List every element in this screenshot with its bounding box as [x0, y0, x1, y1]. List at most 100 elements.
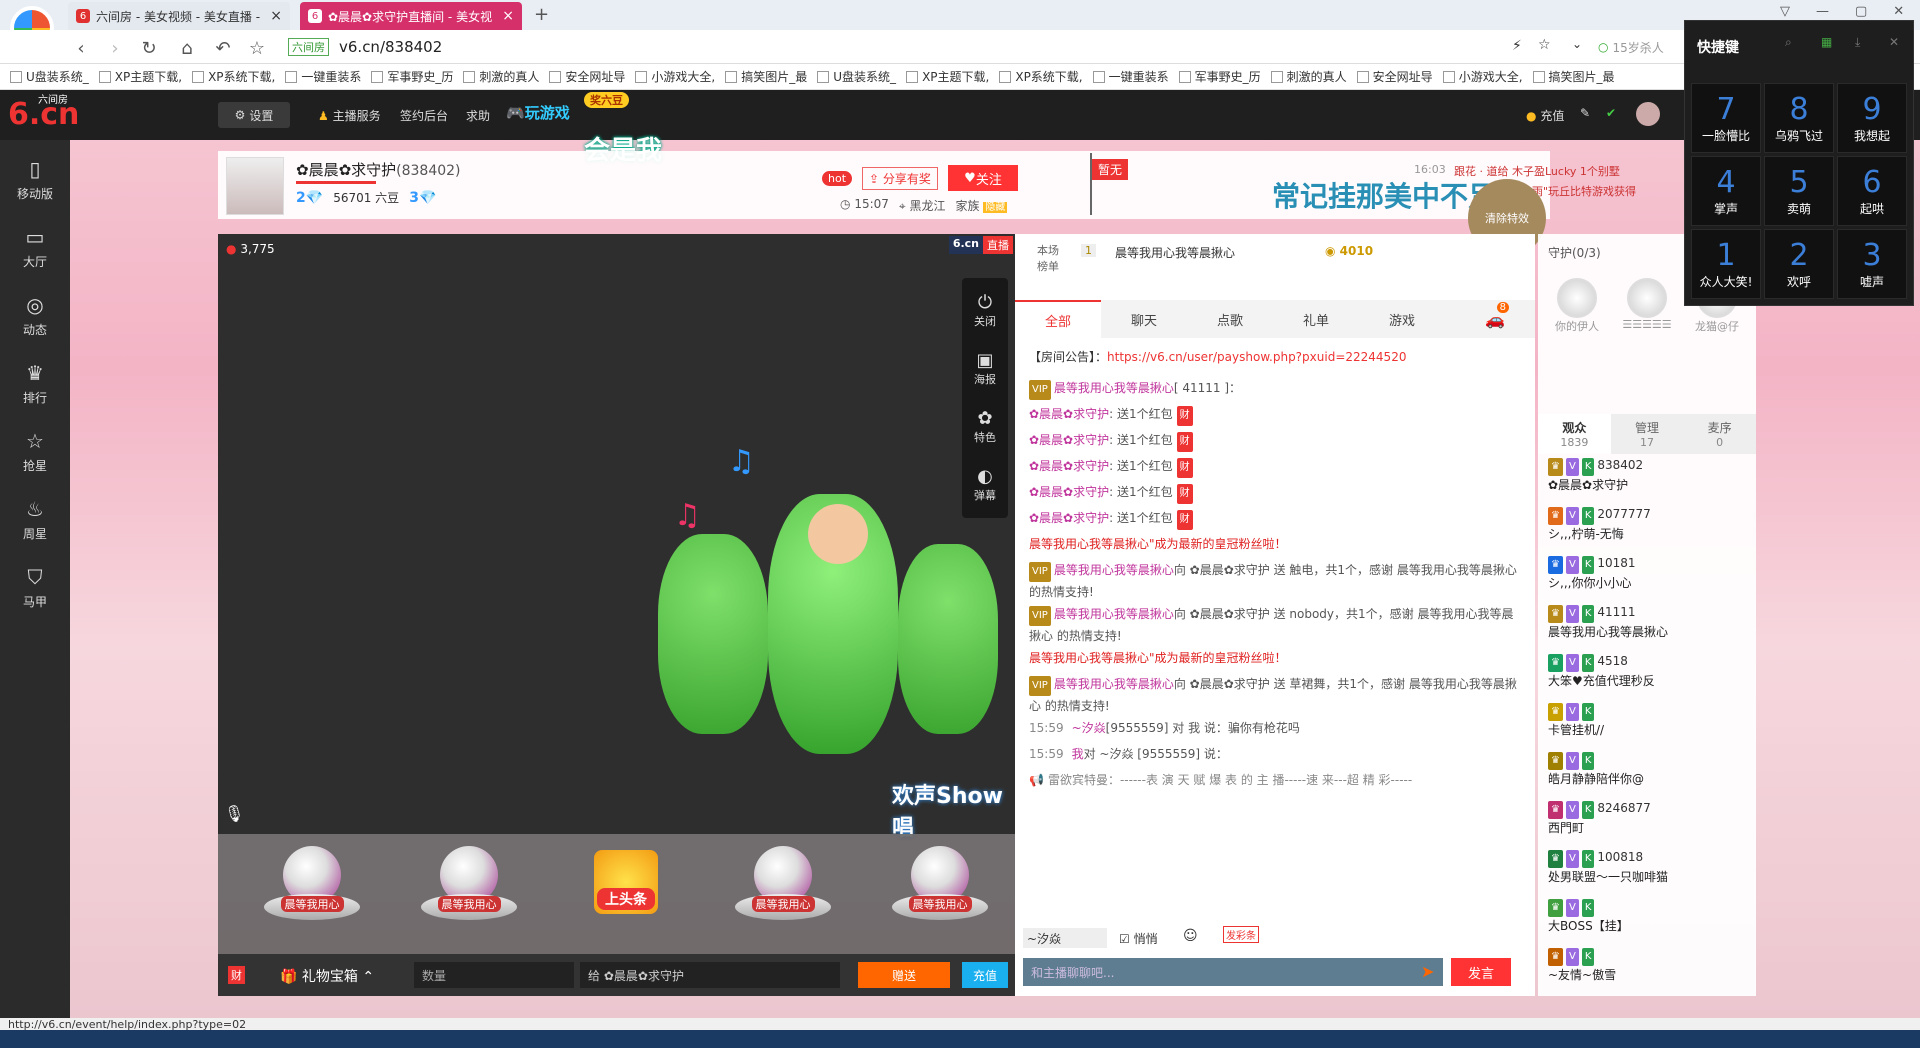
audience-item[interactable]: ♛ V K 皓月静静陪伴你@ [1548, 750, 1748, 788]
bookmark-item[interactable]: XP系统下载, [999, 68, 1083, 85]
shortcut-key[interactable]: 3 嘘声 [1837, 229, 1907, 299]
audience-item[interactable]: ♛ V K 100818 处男联盟～一只咖啡猫 [1548, 848, 1748, 886]
gift-item[interactable]: 晨等我用心 [419, 846, 519, 936]
bookmark-item[interactable]: 搞笑图片_最 [725, 68, 807, 85]
left-nav-item[interactable]: ♨ 周星 [0, 486, 70, 552]
tab-room[interactable]: 6 ✿晨晨✿求守护直播间 - 美女视 × [300, 2, 522, 30]
close-icon[interactable]: × [270, 8, 282, 24]
chat-tab[interactable]: 礼单 [1273, 300, 1359, 338]
star-icon[interactable]: ☆ [1538, 37, 1551, 53]
bookmark-item[interactable]: XP系统下载, [192, 68, 275, 85]
forward-icon[interactable]: › [104, 37, 126, 59]
search-input[interactable]: ○ 15岁杀人 [1598, 35, 1684, 59]
minimize-icon[interactable]: — [1816, 4, 1829, 19]
bookmark-item[interactable]: 搞笑图片_最 [1532, 68, 1615, 85]
bookmark-item[interactable]: 安全网址导 [1356, 68, 1433, 85]
recipient-select[interactable]: 给 ✿晨晨✿求守护 [580, 962, 840, 988]
chat-tab[interactable]: 游戏 [1359, 300, 1445, 338]
play-games-link[interactable]: 🎮玩游戏 [506, 102, 570, 123]
left-nav-item[interactable]: ☆ 抢星 [0, 418, 70, 484]
audience-tab[interactable]: 麦序 0 [1683, 414, 1756, 454]
back-icon[interactable]: ‹ [70, 37, 92, 59]
whisper-checkbox[interactable]: ☑ 悄悄 [1119, 930, 1158, 947]
shortcut-key[interactable]: 1 众人大笑! [1691, 229, 1761, 299]
undo-icon[interactable]: ↶ [212, 37, 234, 59]
gift-item[interactable]: 晨等我用心 [733, 846, 833, 936]
bookmark-item[interactable]: 小游戏大全, [635, 68, 715, 85]
chat-input[interactable]: 和主播聊聊吧... [1023, 958, 1443, 986]
mic-icon[interactable]: 🎙 [224, 804, 244, 823]
shirt-icon[interactable]: ▽ [1780, 4, 1790, 19]
audience-item[interactable]: ♛ V K 卡管挂机// [1548, 701, 1748, 739]
chat-tab[interactable]: 点歌 [1187, 300, 1273, 338]
shortcut-key[interactable]: 5 卖萌 [1764, 156, 1834, 226]
left-nav-item[interactable]: ◎ 动态 [0, 282, 70, 348]
bookmark-item[interactable]: 安全网址导 [549, 68, 625, 85]
chat-tab[interactable]: 聊天 [1101, 300, 1187, 338]
grid-icon[interactable]: ▦ [1821, 35, 1832, 49]
audience-item[interactable]: ♛ V K 4518 大笨♥充值代理秒反 [1548, 652, 1748, 690]
video-control-button[interactable]: ▣ 海报 [962, 342, 1008, 394]
recharge-button[interactable]: 充值 [962, 962, 1008, 988]
shortcut-key[interactable]: 6 起哄 [1837, 156, 1907, 226]
bookmark-item[interactable]: 刺激的真人 [463, 68, 539, 85]
rank-user[interactable]: 晨等我用心我等晨揪心 [1115, 244, 1235, 261]
gift-item[interactable]: 上头条 [576, 846, 676, 936]
url-input[interactable]: 六间房 v6.cn/838402 [288, 35, 1588, 59]
home-icon[interactable]: ⌂ [176, 37, 198, 59]
chat-tab[interactable]: 全部 [1015, 300, 1101, 338]
chat-target[interactable]: ~汐焱 [1023, 928, 1107, 948]
audience-item[interactable]: ♛ V K 2077777 シ,,,柠萌-无悔 [1548, 505, 1748, 543]
announce-link[interactable]: https://v6.cn/user/payshow.php?pxuid=222… [1107, 350, 1406, 364]
emoji-icon[interactable]: ☺ [1183, 928, 1198, 944]
treasure-box-button[interactable]: 🎁 礼物宝箱 ⌃ [280, 966, 374, 986]
anchor-avatar[interactable] [226, 157, 284, 215]
left-nav-item[interactable]: ▯ 移动版 [0, 146, 70, 212]
bookmark-item[interactable]: XP主题下载, [906, 68, 989, 85]
audience-item[interactable]: ♛ V K 8246877 西門町 [1548, 799, 1748, 837]
maximize-icon[interactable]: ▢ [1855, 4, 1867, 19]
bookmark-item[interactable]: 军事野史_历 [1178, 68, 1261, 85]
help-link[interactable]: 求助 [466, 107, 490, 124]
site-logo[interactable]: 6.cn 六间房 [8, 94, 79, 136]
close-window-icon[interactable]: ✕ [1893, 4, 1904, 19]
guard-slot[interactable]: ☰☰☰☰☰ [1614, 278, 1680, 331]
shortcut-key[interactable]: 8 乌鸦飞过 [1764, 83, 1834, 153]
recharge-link[interactable]: ● 充值 [1526, 107, 1564, 124]
sign-backend-link[interactable]: 签约后台 [400, 107, 448, 124]
download-icon[interactable]: ⤓ [1855, 35, 1860, 50]
shortcut-key[interactable]: 9 我想起 [1837, 83, 1907, 153]
video-control-button[interactable]: ⏻ 关闭 [962, 284, 1008, 336]
audience-item[interactable]: ♛ V K 10181 シ,,,你你小小心 [1548, 554, 1748, 592]
send-gift-button[interactable]: 赠送 [858, 962, 950, 988]
left-nav-item[interactable]: ♛ 排行 [0, 350, 70, 416]
search-icon[interactable]: ⌕ [1785, 35, 1792, 50]
audience-item[interactable]: ♛ V K 大BOSS【挂】 [1548, 897, 1748, 935]
shortcut-key[interactable]: 4 掌声 [1691, 156, 1761, 226]
audience-tab[interactable]: 管理 17 [1611, 414, 1684, 454]
guard-slot[interactable]: 你的伊人 [1544, 278, 1610, 334]
close-icon[interactable]: × [502, 8, 514, 24]
share-button[interactable]: ⇪ 分享有奖 [862, 167, 938, 190]
video-player[interactable]: ● 3,775 6.cn 直播 ⏻ 关闭 ▣ 海报 ✿ 特色 ◐ 弹幕 ♫ ♫ 欢声Show唱… [218, 234, 1015, 841]
audience-item[interactable]: ♛ V K ~友情~傲雪 [1548, 946, 1748, 984]
lightning-icon[interactable]: ⚡ [1512, 38, 1522, 54]
left-nav-item[interactable]: ⛉ 马甲 [0, 554, 70, 620]
bookmark-item[interactable]: 一键重装系 [1092, 68, 1169, 85]
check-icon[interactable]: ✔ [1606, 106, 1616, 120]
tab-lanfang[interactable]: 6 六间房 - 美女视频 - 美女直播 - × [68, 2, 290, 30]
dropdown-icon[interactable]: ⌄ [1572, 37, 1582, 51]
audience-item[interactable]: ♛ V K 41111 晨等我用心我等晨揪心 [1548, 603, 1748, 641]
quantity-input[interactable]: 数量 [414, 962, 574, 988]
bookmark-item[interactable]: XP主题下载, [98, 68, 182, 85]
bookmark-item[interactable]: 一键重装系 [285, 68, 361, 85]
shortcut-key[interactable]: 2 欢呼 [1764, 229, 1834, 299]
send-icon[interactable]: ➤ [1421, 962, 1434, 981]
audience-tab[interactable]: 观众 1839 [1538, 414, 1611, 454]
close-icon[interactable]: ✕ [1889, 35, 1899, 49]
follow-button[interactable]: ♥ 关注 [948, 165, 1018, 191]
reload-icon[interactable]: ↻ [138, 37, 160, 59]
bookmark-item[interactable]: 小游戏大全, [1442, 68, 1523, 85]
bookmark-item[interactable]: 军事野史_历 [371, 68, 453, 85]
audience-item[interactable]: ♛ V K 838402 ✿晨晨✿求守护 [1548, 456, 1748, 494]
